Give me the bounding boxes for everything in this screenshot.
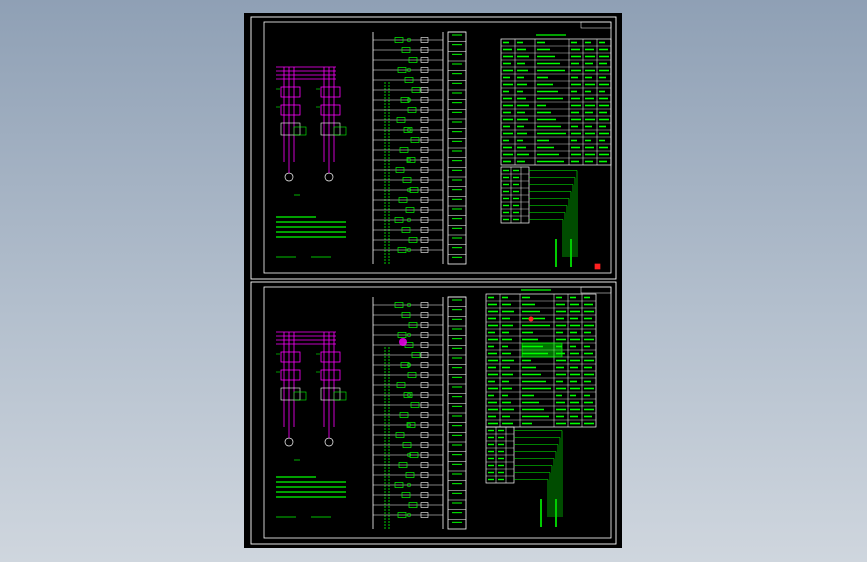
- drawing-canvas[interactable]: [0, 0, 867, 562]
- highlight-row: [521, 342, 563, 358]
- indicator-lamp: [399, 338, 407, 346]
- cad-viewport[interactable]: [0, 0, 867, 562]
- red-marker: [594, 263, 601, 270]
- highlight-mark: [528, 316, 534, 322]
- drawing-paper: [244, 13, 622, 548]
